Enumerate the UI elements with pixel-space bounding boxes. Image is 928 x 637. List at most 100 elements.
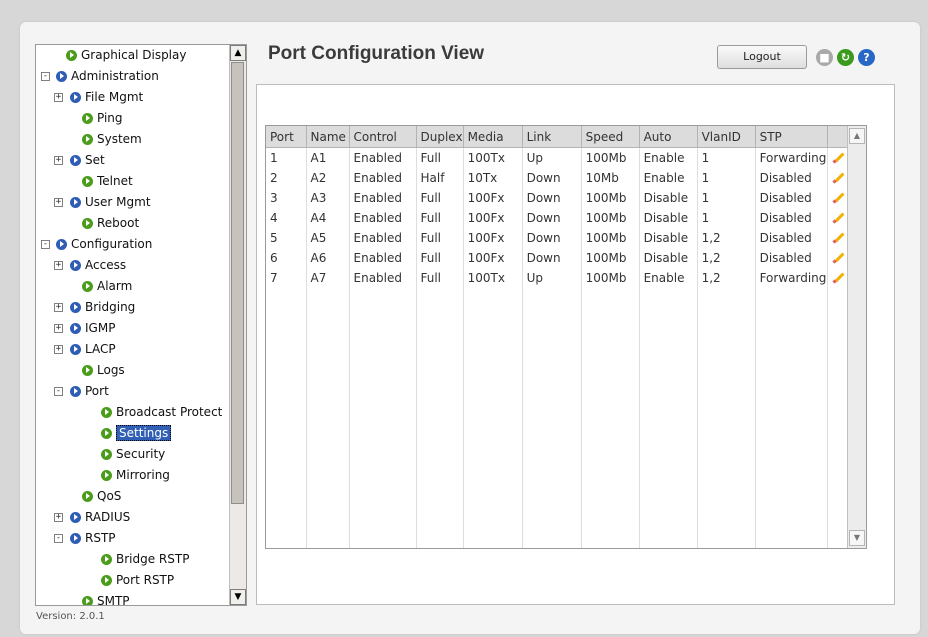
table-scroll-down-button[interactable]: ▼ (849, 530, 865, 546)
tree-item-alarm[interactable]: Alarm (82, 277, 132, 295)
collapse-icon[interactable]: - (54, 533, 63, 543)
edit-cell[interactable] (827, 228, 850, 248)
empty-cell (827, 488, 850, 508)
table-row[interactable]: 7 A7 Enabled Full 100Tx Up 100Mb Enable 1,2 Forwa… (266, 268, 850, 288)
table-row[interactable]: 3 A3 Enabled Full 100Fx Down 100Mb Disable 1 Disa… (266, 188, 850, 208)
expand-icon[interactable]: + (54, 197, 63, 207)
tree-item-graphical-display[interactable]: Graphical Display (66, 46, 186, 64)
empty-cell (639, 448, 698, 468)
table-row[interactable]: 5 A5 Enabled Full 100Fx Down 100Mb Disable 1,2 Di… (266, 228, 850, 248)
expand-icon[interactable]: + (54, 344, 63, 354)
table-cell: Full (416, 228, 464, 248)
empty-cell (827, 308, 850, 328)
column-header[interactable]: Auto (639, 126, 698, 148)
table-scrollbar[interactable]: ▲ ▼ (847, 126, 866, 548)
expand-icon[interactable]: + (54, 302, 63, 312)
tree-item-port-rstp[interactable]: Port RSTP (101, 571, 174, 589)
edit-pencil-icon[interactable] (832, 151, 844, 163)
tree-item-access[interactable]: + Access (54, 256, 126, 274)
edit-pencil-icon[interactable] (832, 271, 844, 283)
column-header[interactable]: VlanID (697, 126, 756, 148)
expand-icon[interactable]: + (54, 260, 63, 270)
edit-pencil-icon[interactable] (832, 171, 844, 183)
scroll-up-button[interactable]: ▲ (230, 45, 246, 61)
empty-cell (349, 408, 417, 428)
tree-item-mirroring[interactable]: Mirroring (101, 466, 170, 484)
help-icon[interactable]: ? (858, 49, 875, 66)
expand-icon[interactable]: + (54, 92, 63, 102)
column-header[interactable]: Media (463, 126, 523, 148)
edit-cell[interactable] (827, 208, 850, 228)
tree-item-smtp[interactable]: SMTP (82, 592, 130, 605)
empty-row (266, 528, 850, 548)
table-row[interactable]: 4 A4 Enabled Full 100Fx Down 100Mb Disable 1 Disa… (266, 208, 850, 228)
tree-item-bridge-rstp[interactable]: Bridge RSTP (101, 550, 189, 568)
tree-item-igmp[interactable]: + IGMP (54, 319, 115, 337)
empty-cell (827, 288, 850, 308)
empty-cell (581, 448, 640, 468)
column-header[interactable]: Control (349, 126, 417, 148)
collapse-icon[interactable]: - (41, 71, 50, 81)
column-header[interactable]: Name (306, 126, 350, 148)
tree-item-reboot[interactable]: Reboot (82, 214, 139, 232)
edit-cell[interactable] (827, 268, 850, 288)
refresh-icon[interactable]: ↻ (837, 49, 854, 66)
edit-cell[interactable] (827, 188, 850, 208)
column-header[interactable]: STP (755, 126, 828, 148)
tree-item-telnet[interactable]: Telnet (82, 172, 133, 190)
collapse-icon[interactable]: - (54, 386, 63, 396)
column-header[interactable]: Speed (581, 126, 640, 148)
tree-item-set[interactable]: + Set (54, 151, 105, 169)
table-scroll-up-button[interactable]: ▲ (849, 128, 865, 144)
scroll-thumb[interactable] (231, 62, 244, 504)
edit-pencil-icon[interactable] (832, 211, 844, 223)
empty-cell (522, 388, 582, 408)
empty-cell (639, 528, 698, 548)
tree-scrollbar[interactable]: ▲ ▼ (229, 45, 246, 605)
tree-item-radius[interactable]: + RADIUS (54, 508, 130, 526)
table-row[interactable]: 2 A2 Enabled Half 10Tx Down 10Mb Enable 1 Disable… (266, 168, 850, 188)
expand-icon[interactable]: + (54, 155, 63, 165)
tree-item-qos[interactable]: QoS (82, 487, 121, 505)
tree-item-user-mgmt[interactable]: + User Mgmt (54, 193, 151, 211)
empty-cell (463, 388, 523, 408)
tree-item-system[interactable]: System (82, 130, 142, 148)
tree-item-broadcast-protect[interactable]: Broadcast Protect (101, 403, 222, 421)
tree-item-port[interactable]: - Port (54, 382, 109, 400)
folder-arrow-icon (70, 91, 81, 103)
column-header[interactable]: Duplex (416, 126, 464, 148)
save-icon[interactable]: ■ (816, 49, 833, 66)
column-header[interactable]: Link (522, 126, 582, 148)
logout-button[interactable]: Logout (717, 45, 807, 69)
tree-item-label: File Mgmt (85, 90, 144, 104)
edit-cell[interactable] (827, 248, 850, 268)
scroll-down-button[interactable]: ▼ (230, 589, 246, 605)
tree-item-file-mgmt[interactable]: + File Mgmt (54, 88, 143, 106)
empty-cell (416, 308, 464, 328)
collapse-icon[interactable]: - (41, 239, 50, 249)
tree-item-bridging[interactable]: + Bridging (54, 298, 135, 316)
table-row[interactable]: 6 A6 Enabled Full 100Fx Down 100Mb Disable 1,2 Di… (266, 248, 850, 268)
tree-item-security[interactable]: Security (101, 445, 165, 463)
tree-item-ping[interactable]: Ping (82, 109, 123, 127)
empty-cell (266, 528, 307, 548)
table-row[interactable]: 1 A1 Enabled Full 100Tx Up 100Mb Enable 1 Forward… (266, 147, 850, 168)
tree-item-rstp[interactable]: - RSTP (54, 529, 116, 547)
edit-pencil-icon[interactable] (832, 251, 844, 263)
tree-item-administration[interactable]: - Administration (41, 67, 159, 85)
tree-item-configuration[interactable]: - Configuration (41, 235, 152, 253)
edit-pencil-icon[interactable] (832, 191, 844, 203)
tree-item-logs[interactable]: Logs (82, 361, 125, 379)
column-header[interactable]: Port (266, 126, 307, 148)
tree-item-lacp[interactable]: + LACP (54, 340, 116, 358)
tree-item-settings[interactable]: Settings (101, 424, 172, 442)
empty-cell (697, 288, 756, 308)
empty-cell (266, 408, 307, 428)
expand-icon[interactable]: + (54, 512, 63, 522)
expand-icon[interactable]: + (54, 323, 63, 333)
edit-cell[interactable] (827, 168, 850, 188)
column-header[interactable] (827, 126, 850, 148)
edit-pencil-icon[interactable] (832, 231, 844, 243)
empty-cell (827, 468, 850, 488)
edit-cell[interactable] (827, 147, 850, 168)
